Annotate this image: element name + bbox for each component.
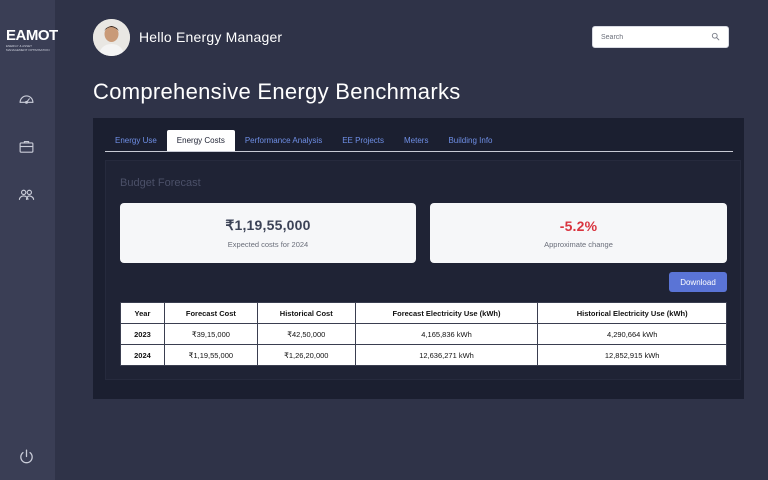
change-card: -5.2% Approximate change bbox=[430, 203, 727, 263]
table-cell: ₹39,15,000 bbox=[163, 323, 258, 345]
tab-bar: Energy Use Energy Costs Performance Anal… bbox=[105, 130, 733, 152]
briefcase-icon[interactable] bbox=[16, 136, 36, 156]
tab-ee-projects[interactable]: EE Projects bbox=[332, 130, 394, 151]
search-input[interactable] bbox=[601, 33, 711, 41]
section-title: Budget Forecast bbox=[120, 177, 201, 189]
table-cell: 4,290,664 kWh bbox=[537, 323, 727, 345]
table-row: 2024 ₹1,19,55,000 ₹1,26,20,000 12,636,27… bbox=[120, 344, 727, 366]
table-header-row: Year Forecast Cost Historical Cost Forec… bbox=[120, 302, 727, 324]
table-cell: 2023 bbox=[120, 323, 165, 345]
table-cell: 2024 bbox=[120, 344, 165, 366]
gauge-icon[interactable] bbox=[16, 89, 36, 109]
table-row: 2023 ₹39,15,000 ₹42,50,000 4,165,836 kWh… bbox=[120, 323, 727, 345]
table-cell: ₹1,26,20,000 bbox=[256, 344, 356, 366]
expected-cost-label: Expected costs for 2024 bbox=[227, 240, 309, 249]
greeting-text: Hello Energy Manager bbox=[139, 29, 283, 45]
download-button[interactable]: Download bbox=[669, 272, 727, 292]
tab-energy-use[interactable]: Energy Use bbox=[105, 130, 167, 151]
tab-building-info[interactable]: Building Info bbox=[438, 130, 502, 151]
logo-text: EAMOT bbox=[6, 27, 58, 44]
search-icon[interactable] bbox=[711, 28, 720, 46]
forecast-table: Year Forecast Cost Historical Cost Forec… bbox=[120, 302, 727, 366]
change-value: -5.2% bbox=[559, 217, 598, 234]
avatar[interactable] bbox=[93, 19, 130, 56]
tab-energy-costs[interactable]: Energy Costs bbox=[166, 130, 235, 151]
table-cell: 12,852,915 kWh bbox=[537, 344, 727, 366]
column-header: Forecast Electricity Use (kWh) bbox=[354, 302, 539, 324]
change-label: Approximate change bbox=[544, 239, 613, 249]
tab-performance-analysis[interactable]: Performance Analysis bbox=[235, 130, 332, 151]
budget-forecast-section: Budget Forecast ₹1,19,55,000 Expected co… bbox=[105, 160, 741, 380]
column-header: Historical Electricity Use (kWh) bbox=[537, 302, 727, 324]
tab-meters[interactable]: Meters bbox=[394, 130, 438, 151]
benchmarks-panel: Energy Use Energy Costs Performance Anal… bbox=[93, 118, 744, 399]
sidebar: EAMOT ENERGY & ASSET MANAGEMENT OPTIMISA… bbox=[0, 0, 58, 480]
expected-cost-card: ₹1,19,55,000 Expected costs for 2024 bbox=[120, 203, 416, 263]
column-header: Forecast Cost bbox=[163, 302, 258, 324]
table-cell: ₹1,19,55,000 bbox=[163, 344, 258, 366]
logo-subtitle: ENERGY & ASSET MANAGEMENT OPTIMISATION bbox=[6, 44, 50, 52]
app-logo[interactable]: EAMOT ENERGY & ASSET MANAGEMENT OPTIMISA… bbox=[6, 27, 58, 52]
power-icon[interactable] bbox=[16, 446, 36, 466]
column-header: Year bbox=[120, 302, 165, 324]
page-title: Comprehensive Energy Benchmarks bbox=[93, 79, 461, 104]
table-cell: 4,165,836 kWh bbox=[354, 323, 539, 345]
search-bar[interactable] bbox=[592, 26, 729, 48]
expected-cost-value: ₹1,19,55,000 bbox=[225, 217, 311, 233]
users-icon[interactable] bbox=[16, 184, 36, 204]
table-cell: ₹42,50,000 bbox=[256, 323, 356, 345]
table-cell: 12,636,271 kWh bbox=[354, 344, 539, 366]
column-header: Historical Cost bbox=[256, 302, 356, 324]
